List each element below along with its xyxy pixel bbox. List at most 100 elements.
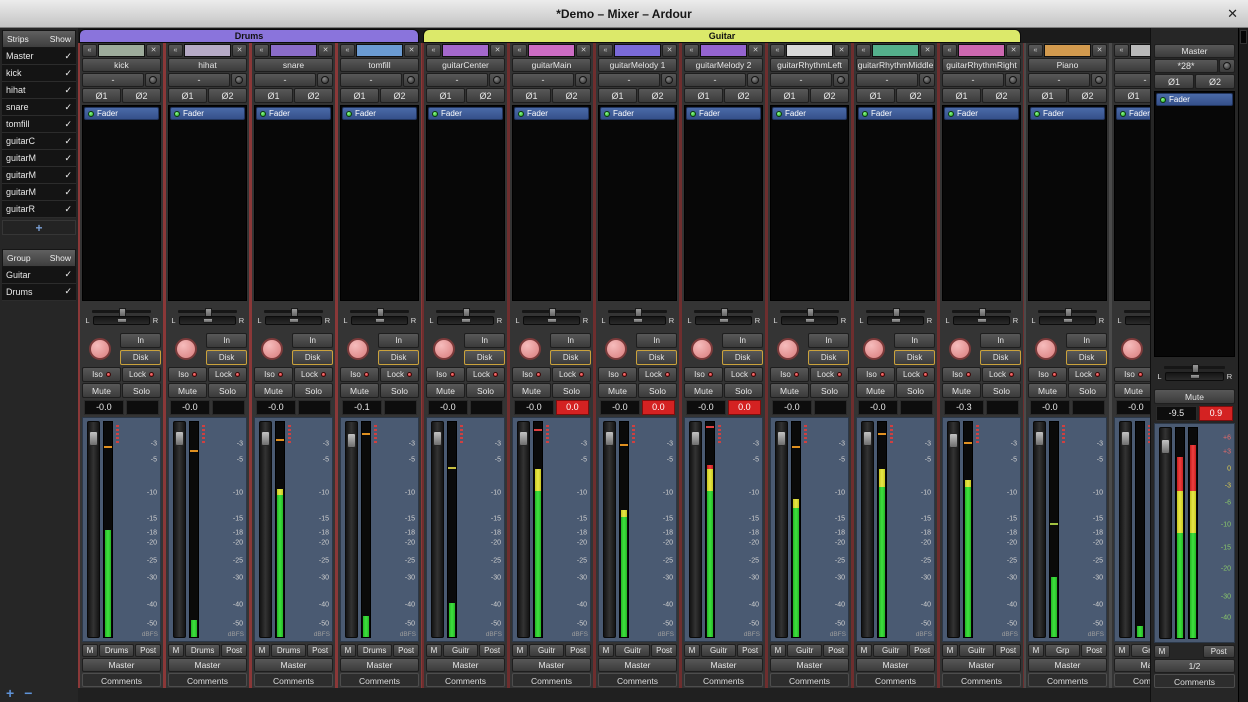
- trim-knob[interactable]: [747, 73, 763, 87]
- strip-input-button[interactable]: -: [254, 73, 316, 87]
- meter-point-button[interactable]: M: [426, 644, 442, 657]
- comments-button[interactable]: Comments: [1028, 673, 1107, 687]
- output-button[interactable]: Master: [942, 658, 1021, 672]
- trim-knob[interactable]: [231, 73, 247, 87]
- visibility-checkbox[interactable]: ✓: [64, 286, 72, 297]
- solo-lock-button[interactable]: Lock: [466, 367, 505, 382]
- solo-isolate-button[interactable]: Iso: [684, 367, 723, 382]
- output-button[interactable]: Master: [770, 658, 849, 672]
- group-button[interactable]: Drums: [185, 644, 220, 657]
- comments-button[interactable]: Comments: [426, 673, 505, 687]
- pan-width-slider[interactable]: [1164, 366, 1225, 369]
- solo-lock-button[interactable]: Lock: [294, 367, 333, 382]
- strip-hide-button[interactable]: ✕: [748, 44, 763, 57]
- solo-button[interactable]: Solo: [122, 383, 161, 398]
- pan-thumb[interactable]: [1063, 318, 1073, 323]
- monitor-disk-button[interactable]: Disk: [464, 350, 505, 365]
- trim-knob[interactable]: [1005, 73, 1021, 87]
- window-close-button[interactable]: ✕: [1227, 6, 1238, 22]
- trim-knob[interactable]: [833, 73, 849, 87]
- strip-hide-button[interactable]: ✕: [576, 44, 591, 57]
- record-arm-button[interactable]: [863, 338, 885, 360]
- gain-display[interactable]: -0.1: [342, 400, 382, 415]
- monitor-disk-button[interactable]: Disk: [292, 350, 333, 365]
- gain-display[interactable]: -0.0: [1030, 400, 1070, 415]
- trim-knob[interactable]: [145, 73, 161, 87]
- group-button[interactable]: Guitr: [443, 644, 478, 657]
- mute-button[interactable]: Mute: [254, 383, 293, 398]
- solo-isolate-button[interactable]: Iso: [168, 367, 207, 382]
- pan-thumb[interactable]: [375, 318, 385, 323]
- solo-isolate-button[interactable]: Iso: [598, 367, 637, 382]
- trim-knob[interactable]: [1091, 73, 1107, 87]
- peak-display[interactable]: 0.0: [728, 400, 761, 415]
- strip-input-button[interactable]: -: [340, 73, 402, 87]
- solo-button[interactable]: Solo: [1068, 383, 1107, 398]
- gain-display[interactable]: -0.0: [428, 400, 468, 415]
- trim-knob[interactable]: [575, 73, 591, 87]
- fader-processor[interactable]: Fader: [514, 107, 589, 120]
- monitor-disk-button[interactable]: Disk: [808, 350, 849, 365]
- strip-name-button[interactable]: guitarRhythmMiddle: [856, 58, 935, 72]
- pan-position-slider[interactable]: [867, 316, 924, 325]
- fader-mode-button[interactable]: Post: [307, 644, 333, 657]
- strip-hide-button[interactable]: ✕: [1092, 44, 1107, 57]
- panner[interactable]: L R: [942, 303, 1021, 331]
- output-button[interactable]: Master: [512, 658, 591, 672]
- visibility-checkbox[interactable]: ✓: [64, 136, 72, 147]
- pan-position-slider[interactable]: [93, 316, 150, 325]
- volume-fader[interactable]: [775, 421, 788, 638]
- processor-box[interactable]: Fader: [1114, 105, 1150, 301]
- vertical-scrollbar[interactable]: [1238, 28, 1248, 702]
- fader-handle[interactable]: [1121, 431, 1130, 446]
- fader-handle[interactable]: [691, 431, 700, 446]
- volume-fader[interactable]: [947, 421, 960, 638]
- fader-mode-button[interactable]: Post: [221, 644, 247, 657]
- pan-width-slider[interactable]: [522, 310, 581, 313]
- comments-button[interactable]: Comments: [340, 673, 419, 687]
- master-peak-display[interactable]: 0.9: [1199, 406, 1233, 421]
- group-list-row[interactable]: Guitar✓: [2, 267, 76, 284]
- strip-width-button[interactable]: «: [82, 44, 97, 57]
- fader-handle[interactable]: [1035, 431, 1044, 446]
- fader-mode-button[interactable]: Post: [995, 644, 1021, 657]
- solo-isolate-button[interactable]: Iso: [254, 367, 293, 382]
- volume-fader[interactable]: [431, 421, 444, 638]
- processor-active-led[interactable]: [88, 111, 94, 117]
- master-processor-box[interactable]: Fader: [1154, 91, 1235, 357]
- fader-mode-button[interactable]: Post: [565, 644, 591, 657]
- processor-active-led[interactable]: [604, 111, 610, 117]
- visibility-checkbox[interactable]: ✓: [64, 85, 72, 96]
- processor-active-led[interactable]: [1120, 111, 1126, 117]
- strip-name-button[interactable]: snare: [254, 58, 333, 72]
- strip-color-swatch[interactable]: [184, 44, 231, 57]
- comments-button[interactable]: Comments: [168, 673, 247, 687]
- visibility-checkbox[interactable]: ✓: [64, 187, 72, 198]
- strip-list-row[interactable]: Master✓: [2, 48, 76, 65]
- output-button[interactable]: Master: [168, 658, 247, 672]
- strip-color-swatch[interactable]: [1044, 44, 1091, 57]
- peak-display[interactable]: [1072, 400, 1105, 415]
- gain-display[interactable]: -0.3: [944, 400, 984, 415]
- master-input-button[interactable]: *28*: [1154, 59, 1218, 73]
- fader-handle[interactable]: [433, 431, 442, 446]
- record-arm-button[interactable]: [89, 338, 111, 360]
- strip-width-button[interactable]: «: [426, 44, 441, 57]
- comments-button[interactable]: Comments: [856, 673, 935, 687]
- solo-isolate-button[interactable]: Iso: [1028, 367, 1067, 382]
- monitor-input-button[interactable]: In: [378, 333, 419, 348]
- strip-name-button[interactable]: Piano: [1028, 58, 1107, 72]
- strip-color-swatch[interactable]: [1130, 44, 1150, 57]
- trim-knob[interactable]: [919, 73, 935, 87]
- fader-handle[interactable]: [777, 431, 786, 446]
- peak-display[interactable]: [814, 400, 847, 415]
- group-button[interactable]: Grp: [1045, 644, 1080, 657]
- visibility-checkbox[interactable]: ✓: [64, 119, 72, 130]
- pan-thumb[interactable]: [117, 318, 127, 323]
- comments-button[interactable]: Comments: [942, 673, 1021, 687]
- master-mute-button[interactable]: Mute: [1154, 389, 1235, 404]
- gain-display[interactable]: -0.0: [858, 400, 898, 415]
- volume-fader[interactable]: [689, 421, 702, 638]
- group-button[interactable]: Guitr: [959, 644, 994, 657]
- strip-hide-button[interactable]: ✕: [146, 44, 161, 57]
